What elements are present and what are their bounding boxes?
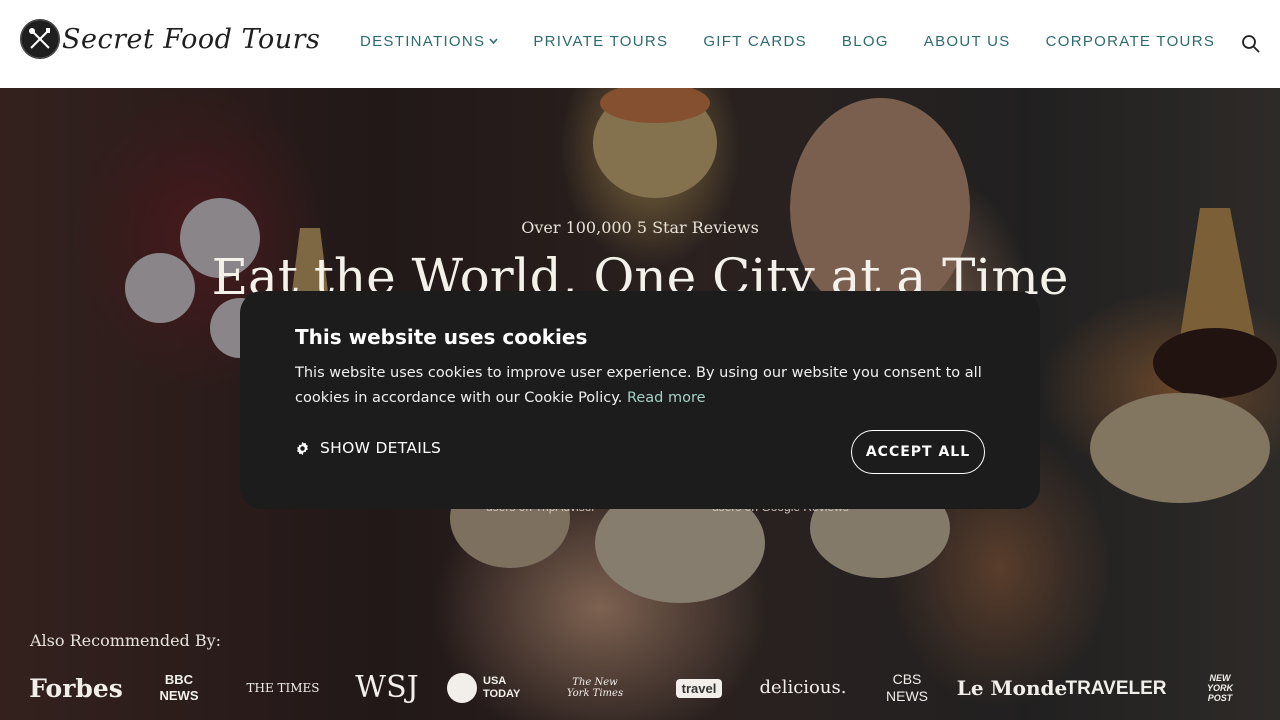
le-monde-logo: Le Monde [956,676,1068,700]
bbc-news-logo: BBC NEWS [159,672,199,703]
ny-post-logo: NEW YORK POST [1206,673,1233,703]
cookie-title: This website uses cookies [295,325,588,349]
chevron-down-icon [489,36,498,47]
nav-destinations[interactable]: DESTINATIONS [360,33,498,50]
cookie-consent-dialog: This website uses cookies This website u… [240,291,1040,509]
cookie-message: This website uses cookies to improve use… [295,361,985,411]
nav-private-tours-label: PRIVATE TOURS [533,33,669,50]
site-header: Secret Food Tours DESTINATIONS PRIVATE T… [0,0,1280,88]
show-details-label: SHOW DETAILS [320,439,442,457]
nav-about-us-label: ABOUT US [923,33,1011,50]
wsj-logo: WSJ [355,670,419,705]
nav-about-us[interactable]: ABOUT US [924,33,1011,50]
nav-private-tours[interactable]: PRIVATE TOURS [533,33,668,50]
nav-gift-cards-label: GIFT CARDS [703,33,807,50]
nav-blog[interactable]: BLOG [842,33,889,50]
nyt-logo: The New York Times [566,677,624,699]
hero-subtitle: Over 100,000 5 Star Reviews [521,218,759,237]
nav-corporate-tours[interactable]: CORPORATE TOURS [1046,33,1216,50]
traveler-logo: TRAVELER [1065,677,1167,699]
main-nav: DESTINATIONS PRIVATE TOURS GIFT CARDS BL… [360,33,1250,50]
delicious-logo: delicious. [759,677,847,698]
brand-name: Secret Food Tours [62,23,321,55]
site-logo[interactable]: Secret Food Tours [20,19,320,59]
accept-all-button[interactable]: ACCEPT ALL [851,430,985,474]
usa-today-circle-icon [447,673,477,703]
gear-icon [297,441,308,455]
travel-channel-logo: travel [670,668,728,708]
the-times-logo: THE TIMES [246,681,320,695]
fork-spoon-knife-icon [20,19,60,59]
usa-today-logo: USA TODAY [446,668,538,708]
nav-destinations-label: DESTINATIONS [360,33,486,50]
nav-corporate-tours-label: CORPORATE TOURS [1045,33,1216,50]
recommended-label: Also Recommended By: [30,631,222,650]
forbes-logo: Forbes [29,673,123,703]
search-icon[interactable] [1240,33,1262,55]
cbs-news-logo: CBS NEWS [886,671,928,704]
nav-blog-label: BLOG [841,33,889,50]
usa-today-text: USA TODAY [483,675,521,700]
press-logos: Forbes BBC NEWS THE TIMES WSJ USA TODAY … [0,668,1280,708]
show-details-button[interactable]: SHOW DETAILS [295,439,441,457]
travel-channel-text: travel [675,678,723,698]
nav-gift-cards[interactable]: GIFT CARDS [703,33,807,50]
read-more-link[interactable]: Read more [627,390,706,406]
